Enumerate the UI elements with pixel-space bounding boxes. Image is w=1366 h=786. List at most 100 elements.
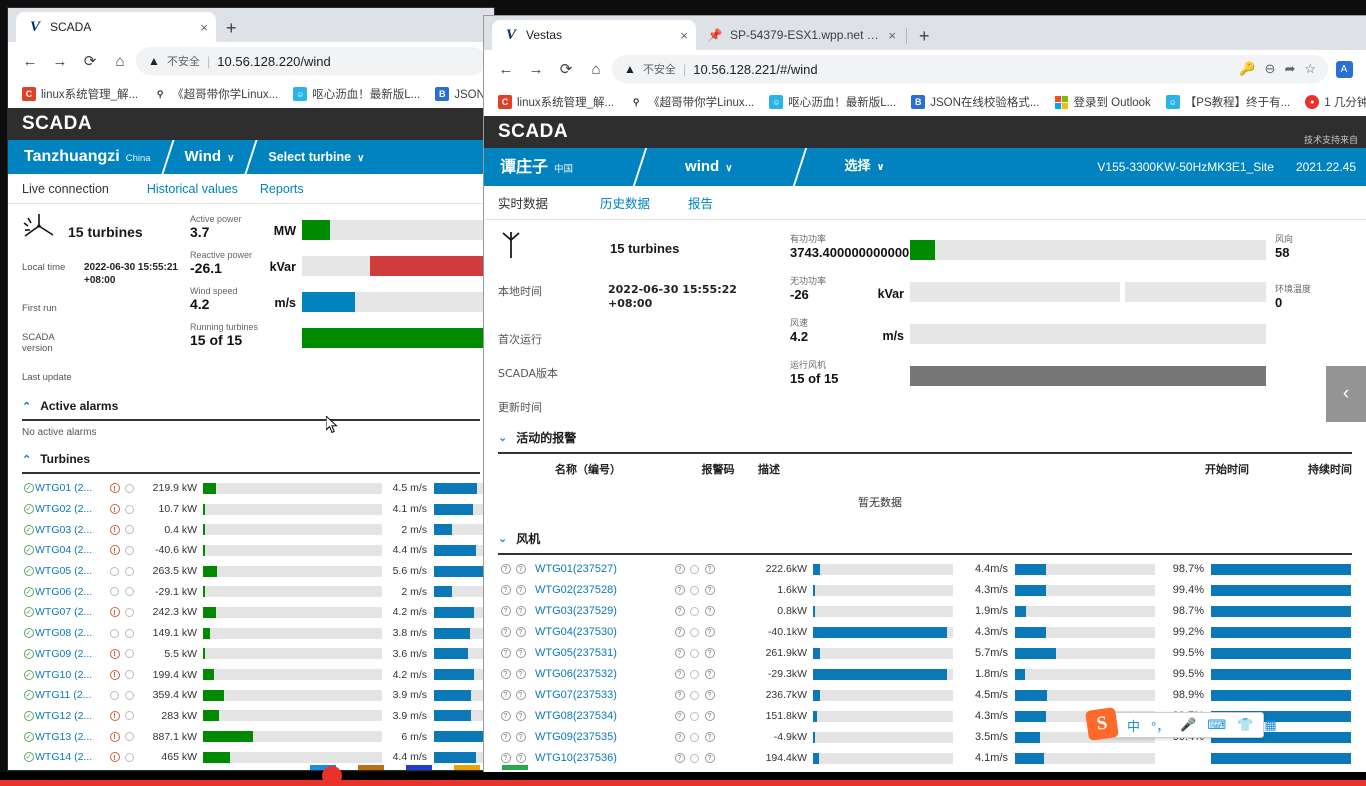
bookmark-item[interactable]: ☺ 【PS教程】终于有... — [1160, 91, 1296, 113]
turbine-name-link[interactable]: WTG01(237527) — [528, 563, 646, 575]
tab-vmware-esx[interactable]: 📌 SP-54379-ESX1.wpp.net - VMw × — [696, 20, 904, 50]
taskbar-icon[interactable] — [454, 765, 480, 770]
reload-icon[interactable]: ⟳ — [552, 55, 580, 83]
breadcrumb-select-turbine[interactable]: Select turbine ∨ — [252, 140, 380, 174]
table-row[interactable]: ✓ WTG01 (2...! 219.9 kW 4.5 m/s — [8, 478, 494, 499]
turbine-name-link[interactable]: WTG06(237532) — [528, 668, 646, 680]
tab-reports[interactable]: Reports — [260, 182, 326, 196]
tab-historical-values[interactable]: Historical values — [147, 182, 260, 196]
turbine-name-link[interactable]: WTG08 (2... — [35, 627, 107, 639]
table-row[interactable]: ✓ WTG13 (2...! 887.1 kW 6 m/s — [8, 726, 494, 747]
turbine-name-link[interactable]: WTG04(237530) — [528, 626, 646, 638]
breadcrumb-site[interactable]: Tanzhuangzi China — [8, 140, 167, 174]
turbine-name-link[interactable]: WTG09 (2... — [35, 648, 107, 660]
turbines-header[interactable]: ⌃ Turbines — [8, 446, 494, 472]
turbine-name-link[interactable]: WTG09(237535) — [528, 731, 646, 743]
taskbar-icon[interactable] — [358, 765, 384, 770]
turbine-name-link[interactable]: WTG10 (2... — [35, 669, 107, 681]
apps-icon[interactable]: ▦ — [1264, 717, 1276, 733]
close-icon[interactable]: × — [200, 21, 208, 34]
taskbar-icon[interactable] — [406, 765, 432, 770]
turbine-name-link[interactable]: WTG04 (2... — [35, 544, 107, 556]
turbine-name-link[interactable]: WTG03(237529) — [528, 605, 646, 617]
turbine-name-link[interactable]: WTG06 (2... — [35, 586, 107, 598]
turbine-name-link[interactable]: WTG03 (2... — [35, 524, 107, 536]
ime-chinese-mode[interactable]: 中 — [1127, 716, 1140, 735]
back-icon[interactable]: ← — [16, 47, 44, 75]
table-row[interactable]: ?? WTG06(237532)?? -29.3kW 1.8m/s 99.5% — [484, 664, 1366, 685]
translate-icon[interactable]: A — [1330, 55, 1358, 83]
table-row[interactable]: ✓ WTG07 (2...! 242.3 kW 4.2 m/s — [8, 602, 494, 623]
back-icon[interactable]: ← — [492, 55, 520, 83]
forward-icon[interactable]: → — [46, 47, 74, 75]
table-row[interactable]: ?? WTG07(237533)?? 236.7kW 4.5m/s 98.9% — [484, 685, 1366, 706]
tab-scada[interactable]: V SCADA × — [16, 12, 216, 42]
breadcrumb-select-turbine[interactable]: 选择 ∨ — [829, 148, 901, 186]
table-row[interactable]: ✓ WTG06 (2... -29.1 kW 2 m/s — [8, 581, 494, 602]
tab-live-data[interactable]: 实时数据 — [498, 193, 600, 212]
keyboard-icon[interactable]: ⌨ — [1207, 717, 1226, 733]
turbine-name-link[interactable]: WTG12 (2... — [35, 710, 107, 722]
alarms-header[interactable]: ⌃ Active alarms — [8, 393, 494, 419]
forward-icon[interactable]: → — [522, 55, 550, 83]
bookmark-item[interactable]: C linux系统管理_解... — [492, 91, 620, 113]
table-row[interactable]: ?? WTG05(237531)?? 261.9kW 5.7m/s 99.5% — [484, 643, 1366, 664]
tab-historical-data[interactable]: 历史数据 — [600, 193, 688, 212]
turbine-name-link[interactable]: WTG11 (2... — [35, 689, 107, 701]
home-icon[interactable]: ⌂ — [106, 47, 134, 75]
breadcrumb-site[interactable]: 谭庄子 中国 — [484, 148, 589, 186]
turbine-name-link[interactable]: WTG05(237531) — [528, 647, 646, 659]
turbine-name-link[interactable]: WTG10(237536) — [528, 752, 646, 764]
table-row[interactable]: ✓ WTG08 (2... 149.1 kW 3.8 m/s — [8, 623, 494, 644]
address-bar[interactable]: ▲ 不安全 | 10.56.128.221/#/wind 🔑 ⊖ ➦ ☆ — [612, 55, 1328, 83]
bookmark-item[interactable]: ● 1 几分钟详解一 — [1299, 91, 1366, 113]
table-row[interactable]: ✓ WTG02 (2...! 10.7 kW 4.1 m/s — [8, 499, 494, 520]
table-row[interactable]: ✓ WTG04 (2...! -40.6 kW 4.4 m/s — [8, 540, 494, 561]
table-row[interactable]: ?? WTG02(237528)?? 1.6kW 4.3m/s 99.4% — [484, 580, 1366, 601]
bookmark-item[interactable]: ⚲ 《超哥带你学Linux... — [147, 83, 284, 105]
bookmark-item[interactable]: ☺ 呕心沥血！最新版L... — [763, 91, 902, 113]
skin-icon[interactable]: 👕 — [1237, 717, 1253, 733]
turbine-name-link[interactable]: WTG05 (2... — [35, 565, 107, 577]
alarms-header[interactable]: ⌄ 活动的报警 — [484, 423, 1366, 452]
collapse-panel-button[interactable]: ‹ — [1326, 366, 1366, 422]
turbine-name-link[interactable]: WTG07(237533) — [528, 689, 646, 701]
table-row[interactable]: ?? WTG04(237530)?? -40.1kW 4.3m/s 99.2% — [484, 622, 1366, 643]
turbine-name-link[interactable]: WTG01 (2... — [35, 482, 107, 494]
mic-icon[interactable]: 🎤 — [1180, 717, 1196, 733]
reload-icon[interactable]: ⟳ — [76, 47, 104, 75]
table-row[interactable]: ✓ WTG11 (2... 359.4 kW 3.9 m/s — [8, 685, 494, 706]
tab-vestas[interactable]: V Vestas × — [492, 20, 696, 50]
table-row[interactable]: ✓ WTG03 (2...! 0.4 kW 2 m/s — [8, 519, 494, 540]
bookmark-star-icon[interactable]: ☆ — [1304, 61, 1316, 77]
new-tab-button[interactable]: + — [216, 18, 247, 42]
address-bar[interactable]: ▲ 不安全 | 10.56.128.220/wind — [136, 47, 486, 75]
turbine-name-link[interactable]: WTG07 (2... — [35, 606, 107, 618]
breadcrumb-wind[interactable]: Wind ∨ — [169, 140, 251, 174]
key-icon[interactable]: 🔑 — [1239, 61, 1255, 77]
turbine-name-link[interactable]: WTG02 (2... — [35, 503, 107, 515]
bookmark-item[interactable]: 登录到 Outlook — [1048, 91, 1156, 113]
bookmark-item[interactable]: ⚲ 《超哥带你学Linux... — [623, 91, 760, 113]
tab-reports[interactable]: 报告 — [688, 193, 735, 212]
tab-live-connection[interactable]: Live connection — [22, 182, 147, 196]
new-tab-button[interactable]: + — [909, 26, 940, 50]
table-row[interactable]: ✓ WTG10 (2...! 199.4 kW 4.2 m/s — [8, 664, 494, 685]
bookmark-item[interactable]: C linux系统管理_解... — [16, 83, 144, 105]
taskbar-icon[interactable] — [502, 765, 528, 770]
zoom-out-icon[interactable]: ⊖ — [1265, 61, 1276, 77]
bookmark-item[interactable]: ☺ 呕心沥血！最新版L... — [287, 83, 426, 105]
breadcrumb-wind[interactable]: wind ∨ — [669, 148, 749, 186]
table-row[interactable]: ✓ WTG05 (2... 263.5 kW 5.6 m/s — [8, 561, 494, 582]
turbine-name-link[interactable]: WTG14 (2... — [35, 751, 107, 763]
share-icon[interactable]: ➦ — [1284, 61, 1295, 77]
ime-punctuation-icon[interactable]: °， — [1151, 716, 1169, 735]
bookmark-item[interactable]: B JSON在线校验格式... — [905, 91, 1045, 113]
close-icon[interactable]: × — [888, 29, 896, 42]
turbine-name-link[interactable]: WTG02(237528) — [528, 584, 646, 596]
turbines-header[interactable]: ⌄ 风机 — [484, 524, 1366, 553]
ime-toolbar[interactable]: S 中 °， 🎤 ⌨ 👕 ▦ — [1085, 707, 1277, 741]
table-row[interactable]: ?? WTG01(237527)?? 222.6kW 4.4m/s 98.7% — [484, 559, 1366, 580]
table-row[interactable]: ✓ WTG09 (2...! 5.5 kW 3.6 m/s — [8, 644, 494, 665]
close-icon[interactable]: × — [680, 29, 688, 42]
